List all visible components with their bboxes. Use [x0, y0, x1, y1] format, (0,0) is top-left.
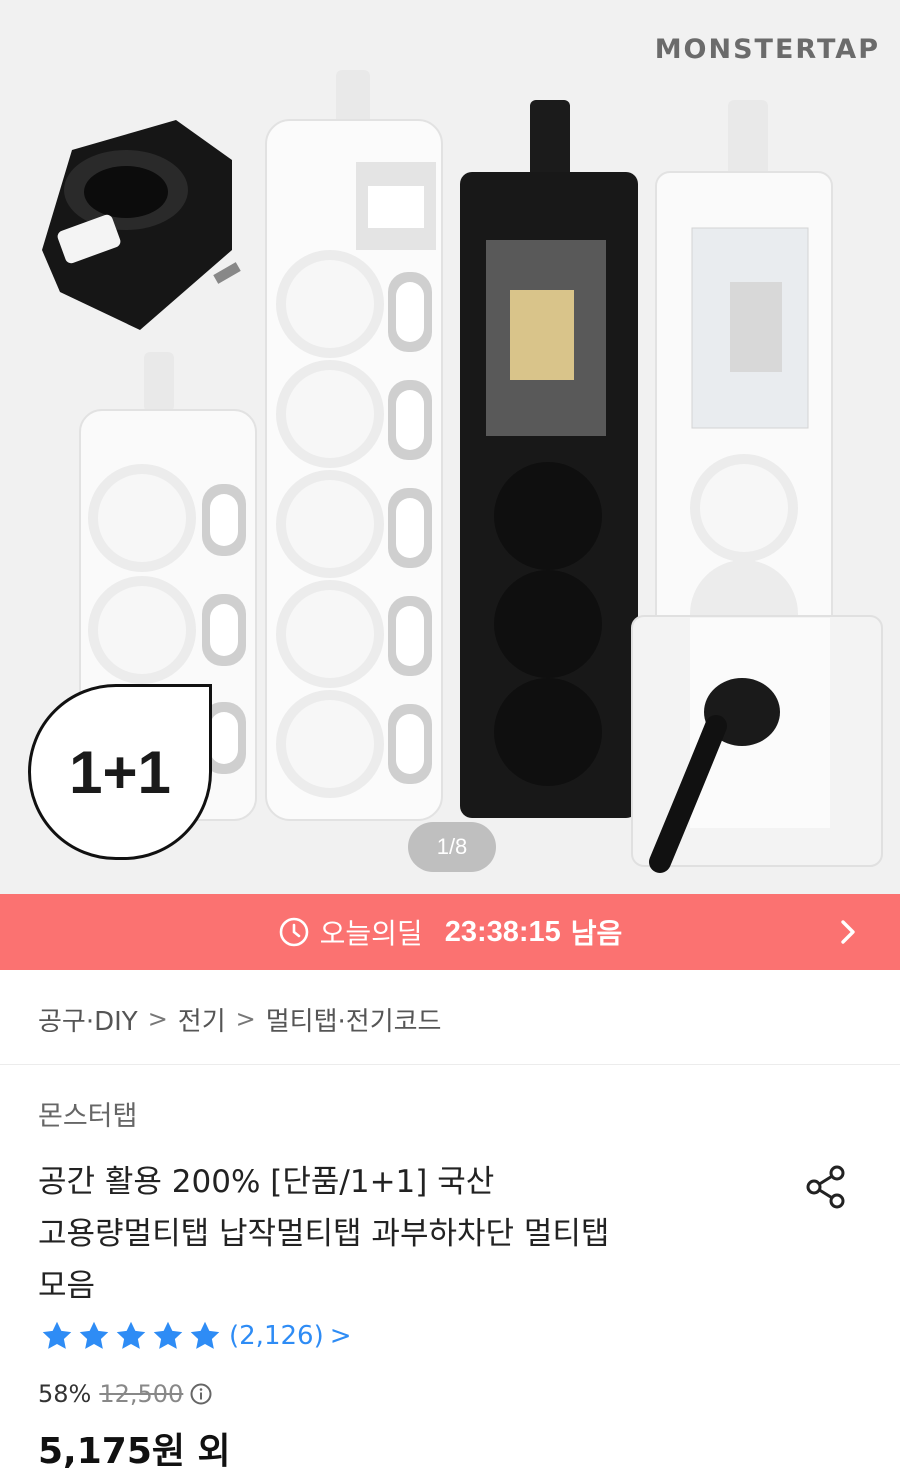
- info-icon[interactable]: [189, 1382, 213, 1406]
- power-strip-black: [460, 100, 638, 818]
- today-deal-banner[interactable]: 오늘의딜 23:38:15 남음: [0, 894, 900, 970]
- star-icon: [116, 1321, 146, 1349]
- review-count[interactable]: (2,126): [229, 1321, 324, 1351]
- breadcrumb-item[interactable]: 공구·DIY: [38, 1001, 138, 1038]
- chevron-right-icon: >: [235, 1005, 256, 1033]
- section-divider: [0, 1064, 900, 1065]
- deal-countdown-suffix: 남음: [570, 917, 623, 950]
- product-title: 공간 활용 200% [단품/1+1] 국산 고용량멀티탭 납작멀티탭 과부하차…: [38, 1156, 738, 1312]
- product-title-line: 공간 활용 200% [단품/1+1] 국산: [38, 1164, 495, 1200]
- plug-adapter-illustration: [42, 120, 241, 330]
- chevron-right-icon: >: [147, 1005, 168, 1033]
- discount-rate: 58%: [38, 1380, 92, 1408]
- breadcrumb: 공구·DIY > 전기 > 멀티탭·전기코드: [38, 996, 441, 1042]
- share-icon[interactable]: [800, 1160, 854, 1214]
- product-image-carousel[interactable]: MONSTERTAP 1+1 1/8: [0, 0, 900, 894]
- power-strip-5-white: [265, 70, 443, 821]
- plug-inset-photo: [631, 615, 883, 873]
- brand-logo: MONSTERTAP: [654, 34, 880, 65]
- deal-label: 오늘의딜: [319, 917, 423, 950]
- rating-stars: [38, 1318, 223, 1354]
- chevron-right-icon[interactable]: >: [330, 1321, 352, 1351]
- promo-badge: 1+1: [28, 684, 212, 860]
- product-title-line: 모음: [38, 1268, 96, 1304]
- seller-name[interactable]: 몬스터탭: [38, 1094, 137, 1133]
- sale-price: 5,175원 외: [38, 1431, 231, 1472]
- rating-row[interactable]: (2,126) >: [38, 1314, 352, 1358]
- deal-countdown: 23:38:15: [444, 915, 561, 948]
- breadcrumb-item[interactable]: 멀티탭·전기코드: [266, 1001, 442, 1038]
- clock-icon: [279, 917, 308, 947]
- star-icon: [153, 1321, 183, 1349]
- chevron-right-icon[interactable]: [832, 916, 864, 948]
- star-icon: [190, 1321, 220, 1349]
- star-icon: [42, 1321, 72, 1349]
- image-pager: 1/8: [408, 822, 496, 872]
- original-price: 12,500: [99, 1380, 184, 1408]
- discount-row: 58% 12,500: [38, 1374, 213, 1414]
- star-icon: [79, 1321, 109, 1349]
- product-title-line: 고용량멀티탭 납작멀티탭 과부하차단 멀티탭: [38, 1216, 610, 1252]
- breadcrumb-item[interactable]: 전기: [178, 1001, 226, 1038]
